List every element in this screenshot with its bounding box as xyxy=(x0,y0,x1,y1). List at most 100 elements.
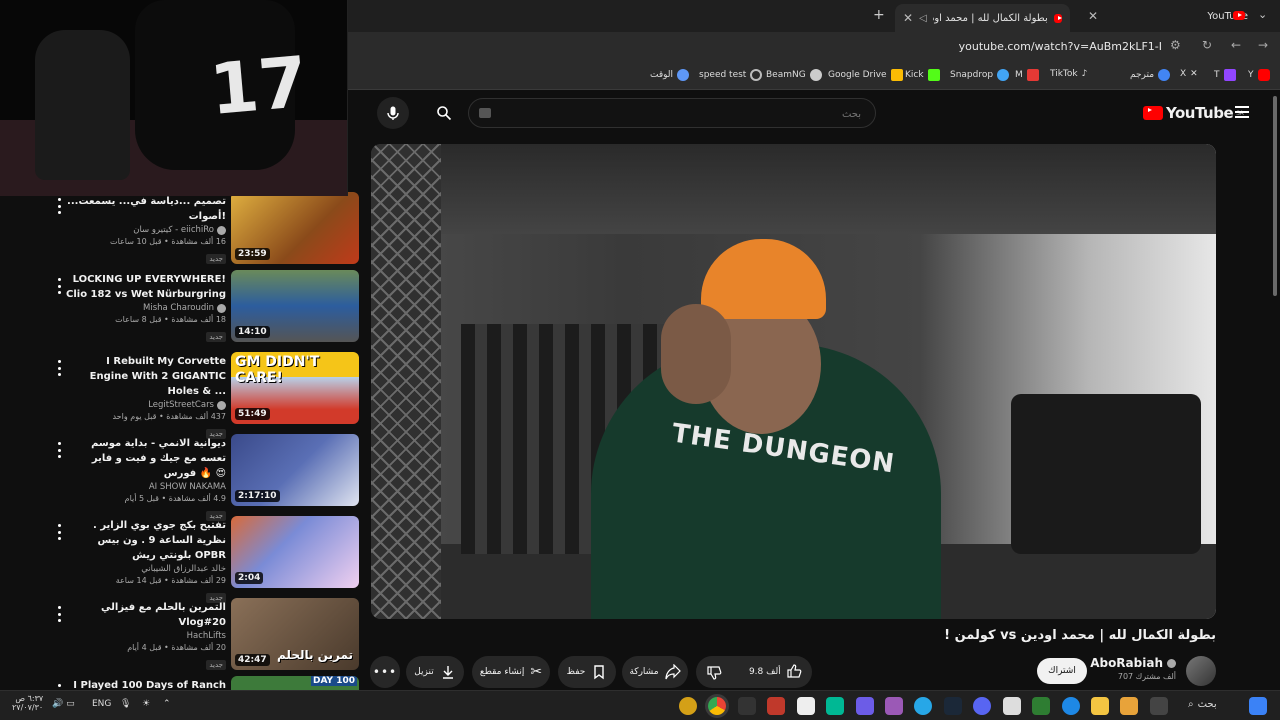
list-item-title[interactable]: ...تصميم ...دياسة في... يسمعت أصوات! xyxy=(66,194,226,224)
more-options-icon[interactable] xyxy=(56,198,62,214)
share-icon xyxy=(664,664,681,680)
url-text[interactable]: youtube.com/watch?v=AuBm2kLF1-I xyxy=(959,40,1162,53)
like-button[interactable]: 9.8 ألف xyxy=(749,664,802,680)
dislike-icon[interactable] xyxy=(706,664,722,680)
site-settings-icon[interactable]: ⚙ xyxy=(1170,38,1181,52)
list-item[interactable]: DAY 100 I Played 100 Days of Ranch xyxy=(0,676,362,690)
more-options-icon[interactable] xyxy=(56,278,62,294)
list-item-title[interactable]: التمرين بالحلم مع فيزالي Vlog#20 xyxy=(66,600,226,630)
task-view-icon[interactable] xyxy=(1150,697,1168,715)
list-item-title[interactable]: LOCKING UP EVERYWHERE! Clio 182 vs Wet N… xyxy=(66,272,226,302)
app-icon-purple[interactable] xyxy=(885,697,903,715)
bookmark-speed-test[interactable]: speed test xyxy=(699,69,763,81)
video-thumbnail[interactable]: GM DIDN'T CARE! 51:49 xyxy=(231,352,359,424)
bookmark-snapdrop[interactable]: Snapdrop xyxy=(950,69,1010,81)
video-thumbnail[interactable]: تمرين بالحلم 42:47 xyxy=(231,598,359,670)
notepad-icon[interactable] xyxy=(1003,697,1021,715)
copilot-icon[interactable] xyxy=(1120,697,1138,715)
list-item[interactable]: 23:59 ...تصميم ...دياسة في... يسمعت أصوا… xyxy=(0,192,362,270)
tab-list-chevron-icon[interactable]: ⌄ xyxy=(1258,8,1267,21)
more-actions-button[interactable]: ••• xyxy=(370,656,400,688)
list-item[interactable]: 14:10 LOCKING UP EVERYWHERE! Clio 182 vs… xyxy=(0,270,362,348)
brightness-icon[interactable]: ☀ xyxy=(142,699,150,709)
hamburger-menu-icon[interactable] xyxy=(1235,106,1249,118)
download-button[interactable]: تنزيل xyxy=(406,656,464,688)
list-item[interactable]: 2:04 تفتيح بكج جوي بوي الزاير . نظرية ال… xyxy=(0,516,362,603)
windows-start-icon[interactable] xyxy=(1249,697,1267,715)
file-explorer-icon[interactable] xyxy=(1091,697,1109,715)
video-thumbnail[interactable]: 14:10 xyxy=(231,270,359,342)
app-grid-icon[interactable] xyxy=(856,697,874,715)
more-options-icon[interactable] xyxy=(56,442,62,458)
video-thumbnail[interactable]: 2:04 xyxy=(231,516,359,588)
edge-icon[interactable] xyxy=(1062,697,1080,715)
language-indicator[interactable]: ENG xyxy=(92,699,111,709)
youtube-logo[interactable]: YouTube SA xyxy=(1143,104,1244,122)
more-options-icon[interactable] xyxy=(56,606,62,622)
list-item-title[interactable]: I Played 100 Days of Ranch xyxy=(66,678,226,690)
search-input[interactable] xyxy=(481,105,861,123)
channel-avatar[interactable] xyxy=(1186,656,1216,686)
tray-chevron-icon[interactable]: ⌃ xyxy=(163,699,171,709)
scissors-icon: ✂ xyxy=(530,664,543,680)
bookmark-kick[interactable]: Kick xyxy=(905,69,940,81)
chrome-icon[interactable] xyxy=(708,697,726,715)
app-icon-gold[interactable] xyxy=(679,697,697,715)
reload-icon[interactable]: ↻ xyxy=(1202,38,1212,52)
new-tab-button[interactable]: + xyxy=(873,7,885,23)
nvidia-icon[interactable] xyxy=(1032,697,1050,715)
microphone-tray-icon[interactable]: 🎙 xyxy=(120,699,131,709)
list-item[interactable]: تمرين بالحلم 42:47 التمرين بالحلم مع فيزا… xyxy=(0,598,362,676)
bookmark-google-drive[interactable]: Google Drive xyxy=(828,69,903,81)
more-options-icon[interactable] xyxy=(56,524,62,540)
scrollbar-thumb[interactable] xyxy=(1273,96,1277,296)
epic-games-icon[interactable] xyxy=(738,697,756,715)
steam-icon[interactable] xyxy=(944,697,962,715)
audio-icon[interactable]: ◁ xyxy=(919,13,927,24)
forward-icon[interactable]: → xyxy=(1258,38,1268,52)
volume-network-icons[interactable]: 🔊 ▭ xyxy=(52,699,75,709)
bookmark-time[interactable]: الوقت xyxy=(650,69,690,81)
video-thumbnail[interactable]: DAY 100 xyxy=(231,676,359,690)
bookmark-tiktok[interactable]: TikTok ♪ xyxy=(1050,69,1087,79)
tab-youtube[interactable]: YouTube ✕ xyxy=(1080,4,1256,28)
bookmark-x[interactable]: X ✕ xyxy=(1180,69,1198,79)
bookmark-translate[interactable]: مترجم xyxy=(1130,69,1171,81)
list-item[interactable]: GM DIDN'T CARE! 51:49 I Rebuilt My Corvet… xyxy=(0,352,362,439)
search-button[interactable] xyxy=(428,97,460,129)
save-button[interactable]: حفظ xyxy=(558,656,616,688)
telegram-icon[interactable] xyxy=(914,697,932,715)
subscribe-button[interactable]: اشتراك xyxy=(1037,658,1087,684)
speedometer-icon xyxy=(750,69,763,81)
page-scrollbar[interactable] xyxy=(1272,96,1278,690)
close-tab-icon[interactable]: ✕ xyxy=(1088,9,1098,23)
search-box[interactable] xyxy=(468,98,876,128)
list-item-title[interactable]: I Rebuilt My Corvette Engine With 2 GIGA… xyxy=(66,354,226,399)
document-icon[interactable] xyxy=(797,697,815,715)
clip-button[interactable]: إنشاء مقطع ✂ xyxy=(472,656,550,688)
video-thumbnail[interactable]: 23:59 xyxy=(231,192,359,264)
channel-name[interactable]: AboRabiah xyxy=(1090,656,1163,670)
app-icon-teal[interactable] xyxy=(826,697,844,715)
app-icon-red[interactable] xyxy=(767,697,785,715)
list-item[interactable]: 2:17:10 ديوانية الانمي - بداية موسم تعسه… xyxy=(0,434,362,521)
more-options-icon[interactable] xyxy=(56,360,62,376)
bookmark-twitch[interactable]: T xyxy=(1214,69,1236,81)
close-tab-icon[interactable]: ✕ xyxy=(903,11,913,25)
new-badge: جديد xyxy=(206,254,226,264)
clock[interactable]: ٦:٣٧ ص ٢٧/٠٧/٣٠ xyxy=(12,694,43,712)
voice-search-button[interactable] xyxy=(377,97,409,129)
bookmark-youtube[interactable]: Y xyxy=(1248,69,1270,81)
video-thumbnail[interactable]: 2:17:10 xyxy=(231,434,359,506)
back-icon[interactable]: ← xyxy=(1231,38,1241,52)
taskbar-search[interactable]: ⌕ بحث xyxy=(1188,699,1217,710)
discord-icon[interactable] xyxy=(973,697,991,715)
video-player[interactable]: THE DUNGEON xyxy=(371,144,1216,619)
bookmark-m[interactable]: M xyxy=(1015,69,1039,81)
list-item-title[interactable]: ديوانية الانمي - بداية موسم تعسه مع جيك … xyxy=(66,436,226,481)
like-icon xyxy=(787,664,802,678)
list-item-title[interactable]: تفتيح بكج جوي بوي الزاير . نظرية الساعة … xyxy=(66,518,226,563)
bookmark-beamng[interactable]: BeamNG xyxy=(766,69,822,81)
share-button[interactable]: مشاركة xyxy=(622,656,688,688)
tab-video[interactable]: بطولة الكمال لله | محمد اودين vs كولمن ◁… xyxy=(895,4,1070,32)
